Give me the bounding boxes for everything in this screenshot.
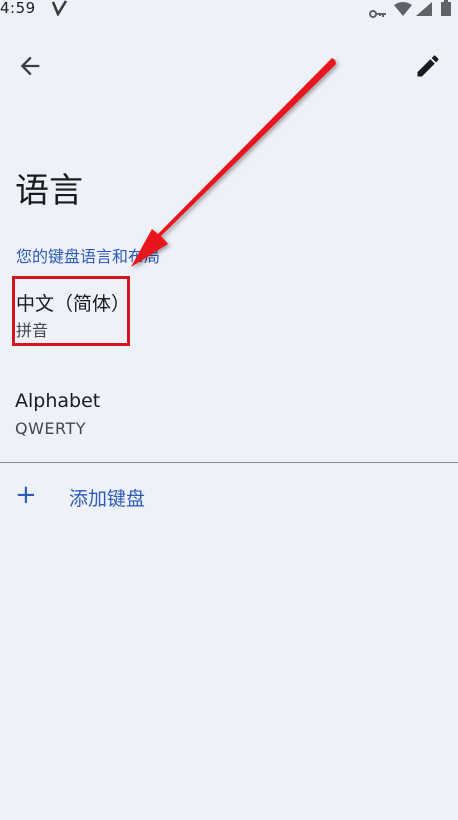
vpn-key-icon (369, 4, 387, 23)
language-name: Alphabet (15, 390, 101, 412)
app-notification-icon (51, 0, 68, 20)
section-header: 您的键盘语言和布局 (16, 247, 161, 266)
pencil-edit-icon (417, 55, 439, 77)
language-name: 中文（简体） (16, 293, 131, 315)
add-keyboard-button[interactable]: + 添加键盘 (0, 474, 458, 518)
language-layout: 拼音 (16, 321, 49, 340)
status-time: 4:59 (0, 0, 36, 17)
signal-icon (416, 1, 432, 20)
arrow-back-icon (20, 56, 40, 76)
wifi-icon (394, 1, 412, 20)
language-item-chinese[interactable]: 中文（简体） 拼音 (0, 285, 458, 357)
language-layout: QWERTY (15, 419, 87, 438)
divider (0, 462, 458, 463)
plus-icon: + (15, 480, 37, 510)
back-button[interactable] (16, 52, 44, 80)
add-keyboard-label: 添加键盘 (69, 488, 146, 510)
language-item-alphabet[interactable]: Alphabet QWERTY (0, 385, 458, 457)
page-title: 语言 (15, 171, 83, 211)
status-bar: 4:59 (0, 0, 458, 20)
edit-button[interactable] (414, 52, 442, 80)
top-app-bar (0, 44, 458, 88)
battery-icon (441, 0, 451, 20)
